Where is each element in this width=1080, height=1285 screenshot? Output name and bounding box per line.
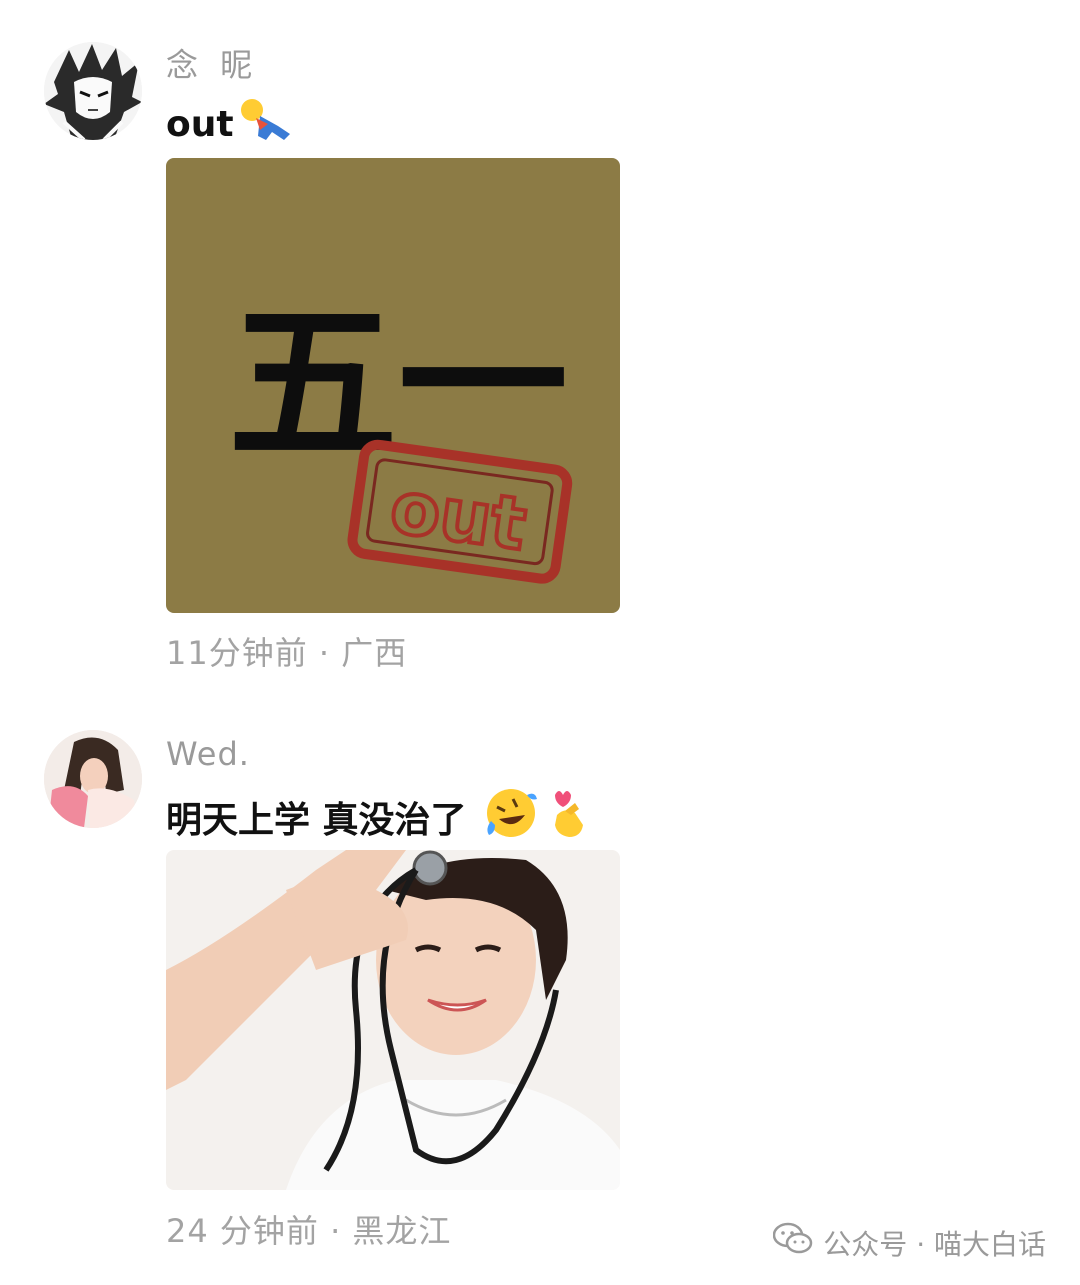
rolling-laughing-emoji-icon <box>483 785 541 848</box>
avatar[interactable] <box>44 42 142 140</box>
meme-image[interactable]: 五一 out <box>166 158 620 613</box>
post-text: 明天上学 真没治了 <box>166 785 589 848</box>
falling-person-emoji-icon <box>238 96 296 153</box>
post-meta: 24 分钟前 · 黑龙江 <box>166 1212 452 1250</box>
meme-big-text: 五一 <box>228 286 568 484</box>
manga-avatar-icon <box>44 42 142 140</box>
finger-heart-emoji-icon <box>545 785 589 848</box>
avatar[interactable] <box>44 730 142 828</box>
girl-avatar-icon <box>44 730 142 828</box>
wechat-icon <box>773 1222 813 1263</box>
username[interactable]: Wed. <box>166 735 250 773</box>
post-text-content: 明天上学 真没治了 <box>166 799 467 841</box>
nurse-photo[interactable] <box>166 850 620 1190</box>
post-text: out <box>166 96 296 153</box>
watermark-text: 公众号 · 喵大白话 <box>823 1227 1046 1261</box>
username[interactable]: 念 昵 <box>166 40 258 86</box>
watermark: 公众号 · 喵大白话 <box>773 1222 1046 1263</box>
post-meta: 11分钟前 · 广西 <box>166 634 408 672</box>
post-text-content: out <box>166 104 234 145</box>
